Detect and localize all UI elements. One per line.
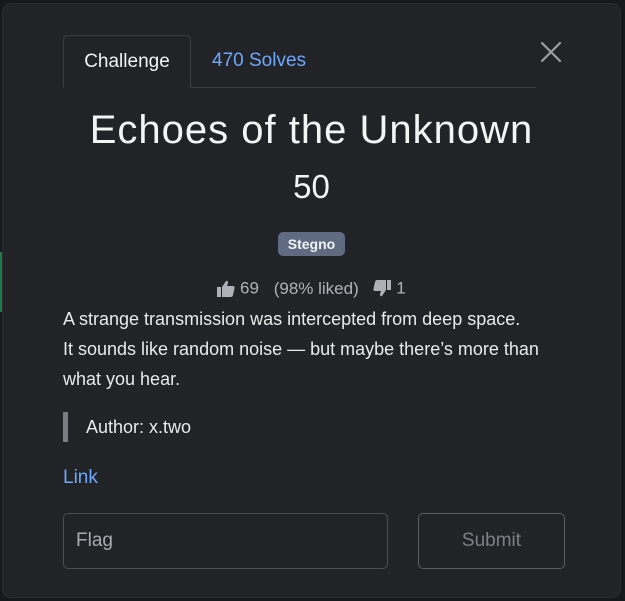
vote-summary: 69 (98% liked) 1 [3, 278, 620, 299]
tab-solves[interactable]: 470 Solves [192, 35, 326, 87]
tab-bar: Challenge 470 Solves [63, 35, 536, 88]
thumbs-up-icon[interactable] [217, 280, 235, 298]
description-line: A strange transmission was intercepted f… [63, 309, 521, 329]
challenge-title: Echoes of the Unknown [89, 108, 534, 152]
flag-input[interactable] [63, 513, 388, 569]
description-line: It sounds like random noise — but maybe … [63, 339, 539, 359]
category-tag: Stegno [277, 232, 346, 256]
close-icon [540, 41, 562, 63]
likes-count: 69 [240, 278, 259, 298]
author-blockquote: Author: x.two [63, 412, 191, 442]
challenge-modal: Challenge 470 Solves Echoes of the Unkno… [3, 4, 620, 597]
challenge-points: 50 [293, 168, 330, 205]
thumbs-down-icon[interactable] [373, 280, 392, 297]
tab-challenge[interactable]: Challenge [63, 35, 191, 88]
close-button[interactable] [536, 37, 566, 67]
submit-button[interactable]: Submit [418, 513, 565, 569]
challenge-link[interactable]: Link [63, 467, 98, 489]
description-line: what you hear. [63, 369, 181, 389]
challenge-description: A strange transmission was intercepted f… [63, 304, 583, 394]
liked-percent: (98% liked) [273, 278, 359, 298]
tag-container: Stegno [3, 232, 620, 256]
dislikes-count: 1 [396, 278, 406, 298]
